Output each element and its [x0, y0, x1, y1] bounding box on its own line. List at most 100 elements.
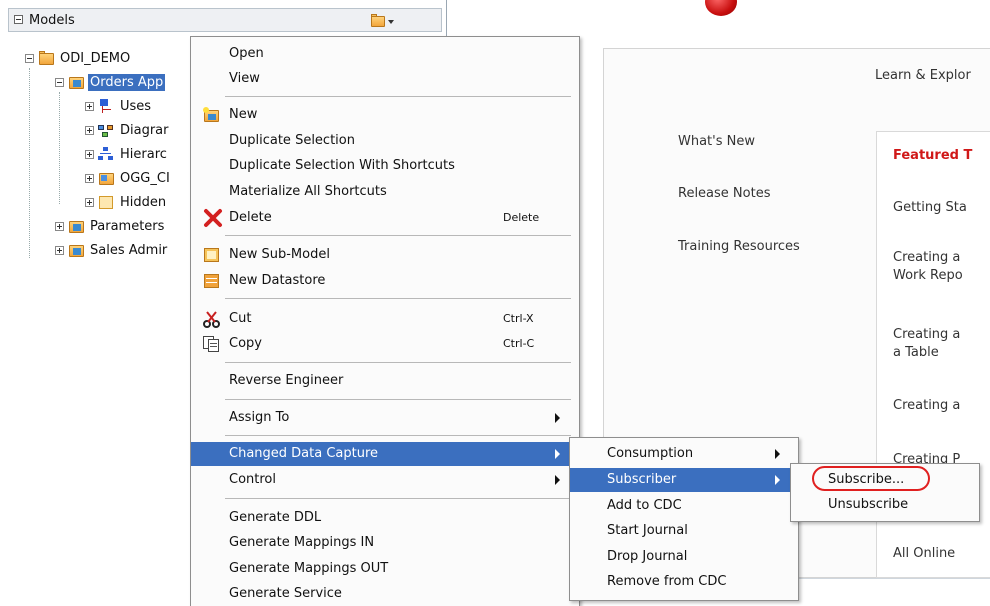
featured-item[interactable]: Creating a: [893, 250, 960, 265]
tree-node-odi-demo[interactable]: ODI_DEMO: [25, 48, 132, 68]
menu-label: Duplicate Selection: [229, 133, 355, 148]
learn-explore-heading: Learn & Explor: [875, 68, 971, 83]
menu-item-generate-mappings-out[interactable]: Generate Mappings OUT: [191, 557, 577, 581]
menu-label: Assign To: [229, 410, 290, 425]
chevron-right-icon: [775, 475, 780, 485]
expand-icon[interactable]: [85, 101, 94, 111]
menu-item-changed-data-capture[interactable]: Changed Data Capture: [191, 442, 577, 466]
menu-item-view[interactable]: View: [191, 67, 577, 91]
cdc-submenu: Consumption Subscriber Add to CDC Start …: [569, 437, 799, 601]
tree-label: Parameters: [90, 218, 165, 234]
tree-label: ODI_DEMO: [60, 50, 131, 66]
menu-label: Generate Mappings IN: [229, 535, 375, 550]
menu-label: Changed Data Capture: [229, 446, 379, 461]
menu-label: Generate DDL: [229, 510, 322, 525]
tree-node-hierarchy[interactable]: Hierarc: [85, 144, 169, 164]
delete-x-icon: [203, 208, 222, 227]
expand-icon[interactable]: [55, 245, 64, 255]
menu-item-new[interactable]: New: [191, 103, 577, 127]
new-model-icon: [203, 107, 219, 123]
menu-label: Control: [229, 472, 276, 487]
tree-label: Diagrar: [120, 122, 169, 138]
menu-item-remove-from-cdc[interactable]: Remove from CDC: [570, 570, 796, 594]
featured-item[interactable]: Creating a: [893, 327, 960, 342]
menu-item-generate-service[interactable]: Generate Service: [191, 582, 577, 606]
menu-shortcut: Ctrl-X: [503, 312, 534, 325]
menu-item-add-to-cdc[interactable]: Add to CDC: [570, 494, 796, 518]
expand-icon[interactable]: [85, 125, 94, 135]
models-title: Models: [29, 13, 75, 28]
tree-label: Uses: [120, 98, 152, 114]
menu-item-assign-to[interactable]: Assign To: [191, 406, 577, 430]
tree-node-parameters[interactable]: Parameters: [55, 216, 166, 236]
menu-label: Generate Mappings OUT: [229, 561, 389, 576]
chevron-right-icon: [555, 449, 560, 459]
featured-item[interactable]: Getting Sta: [893, 200, 967, 215]
collapse-icon[interactable]: [55, 77, 64, 87]
ogg-icon: [98, 171, 114, 185]
link-training-resources[interactable]: Training Resources: [678, 239, 800, 254]
menu-item-drop-journal[interactable]: Drop Journal: [570, 545, 796, 569]
menu-label: Consumption: [607, 446, 694, 461]
menu-label: Add to CDC: [607, 498, 682, 513]
datastore-icon: [203, 273, 219, 289]
menu-item-consumption[interactable]: Consumption: [570, 442, 796, 466]
menu-item-generate-mappings-in[interactable]: Generate Mappings IN: [191, 531, 577, 555]
menu-shortcut: Delete: [503, 211, 540, 224]
hidden-datastore-icon: [98, 195, 114, 209]
expand-icon[interactable]: [85, 149, 94, 159]
menu-item-new-datastore[interactable]: New Datastore: [191, 269, 577, 293]
collapse-icon[interactable]: [25, 53, 34, 63]
tree-node-diagrams[interactable]: Diagrar: [85, 120, 171, 140]
menu-item-copy[interactable]: Copy Ctrl-C: [191, 332, 577, 356]
model-folder-icon: [68, 219, 84, 233]
tree-label: Orders App: [88, 73, 166, 91]
tree-node-orders-app[interactable]: Orders App: [55, 72, 166, 92]
tree-label: Sales Admir: [90, 242, 168, 258]
menu-label: New Datastore: [229, 273, 326, 288]
menu-label: Open: [229, 46, 264, 61]
hierarchy-icon: [98, 147, 114, 161]
expand-icon[interactable]: [85, 173, 94, 183]
menu-item-new-sub-model[interactable]: New Sub-Model: [191, 243, 577, 267]
menu-item-open[interactable]: Open: [191, 42, 577, 66]
featured-item[interactable]: a Table: [893, 345, 939, 360]
link-release-notes[interactable]: Release Notes: [678, 186, 770, 201]
menu-item-duplicate-selection[interactable]: Duplicate Selection: [191, 129, 577, 153]
expand-icon[interactable]: [85, 197, 94, 207]
menu-item-unsubscribe[interactable]: Unsubscribe: [791, 493, 977, 517]
menu-item-reverse-engineer[interactable]: Reverse Engineer: [191, 369, 577, 393]
link-whats-new[interactable]: What's New: [678, 134, 755, 149]
menu-item-materialize-shortcuts[interactable]: Materialize All Shortcuts: [191, 180, 577, 204]
tree-label: Hierarc: [120, 146, 167, 162]
menu-item-start-journal[interactable]: Start Journal: [570, 519, 796, 543]
menu-label: Duplicate Selection With Shortcuts: [229, 158, 455, 173]
featured-item[interactable]: All Online: [893, 546, 955, 561]
menu-item-control[interactable]: Control: [191, 468, 577, 492]
menu-label: Materialize All Shortcuts: [229, 184, 387, 199]
featured-item[interactable]: Creating a: [893, 398, 960, 413]
menu-label: Copy: [229, 336, 262, 351]
scissors-icon: [203, 311, 220, 328]
models-menu-button[interactable]: [369, 12, 395, 30]
menu-label: New: [229, 107, 258, 122]
menu-label: Reverse Engineer: [229, 373, 344, 388]
models-header: Models: [8, 8, 442, 32]
tree-node-hidden[interactable]: Hidden: [85, 192, 168, 212]
collapse-icon[interactable]: [14, 15, 23, 24]
menu-item-duplicate-with-shortcuts[interactable]: Duplicate Selection With Shortcuts: [191, 154, 577, 178]
menu-item-subscriber[interactable]: Subscriber: [570, 468, 796, 492]
menu-label: New Sub-Model: [229, 247, 330, 262]
expand-icon[interactable]: [55, 221, 64, 231]
menu-item-delete[interactable]: Delete Delete: [191, 206, 577, 230]
tree-node-uses[interactable]: Uses: [85, 96, 153, 116]
featured-item[interactable]: Work Repo: [893, 268, 963, 283]
tree-node-ogg[interactable]: OGG_CI: [85, 168, 172, 188]
menu-item-generate-ddl[interactable]: Generate DDL: [191, 506, 577, 530]
highlight-oval: [812, 466, 930, 491]
uses-icon: [98, 99, 114, 113]
tree-label: OGG_CI: [120, 170, 170, 186]
menu-item-cut[interactable]: Cut Ctrl-X: [191, 307, 577, 331]
tree-node-sales-admin[interactable]: Sales Admir: [55, 240, 169, 260]
menu-label: Cut: [229, 311, 252, 326]
